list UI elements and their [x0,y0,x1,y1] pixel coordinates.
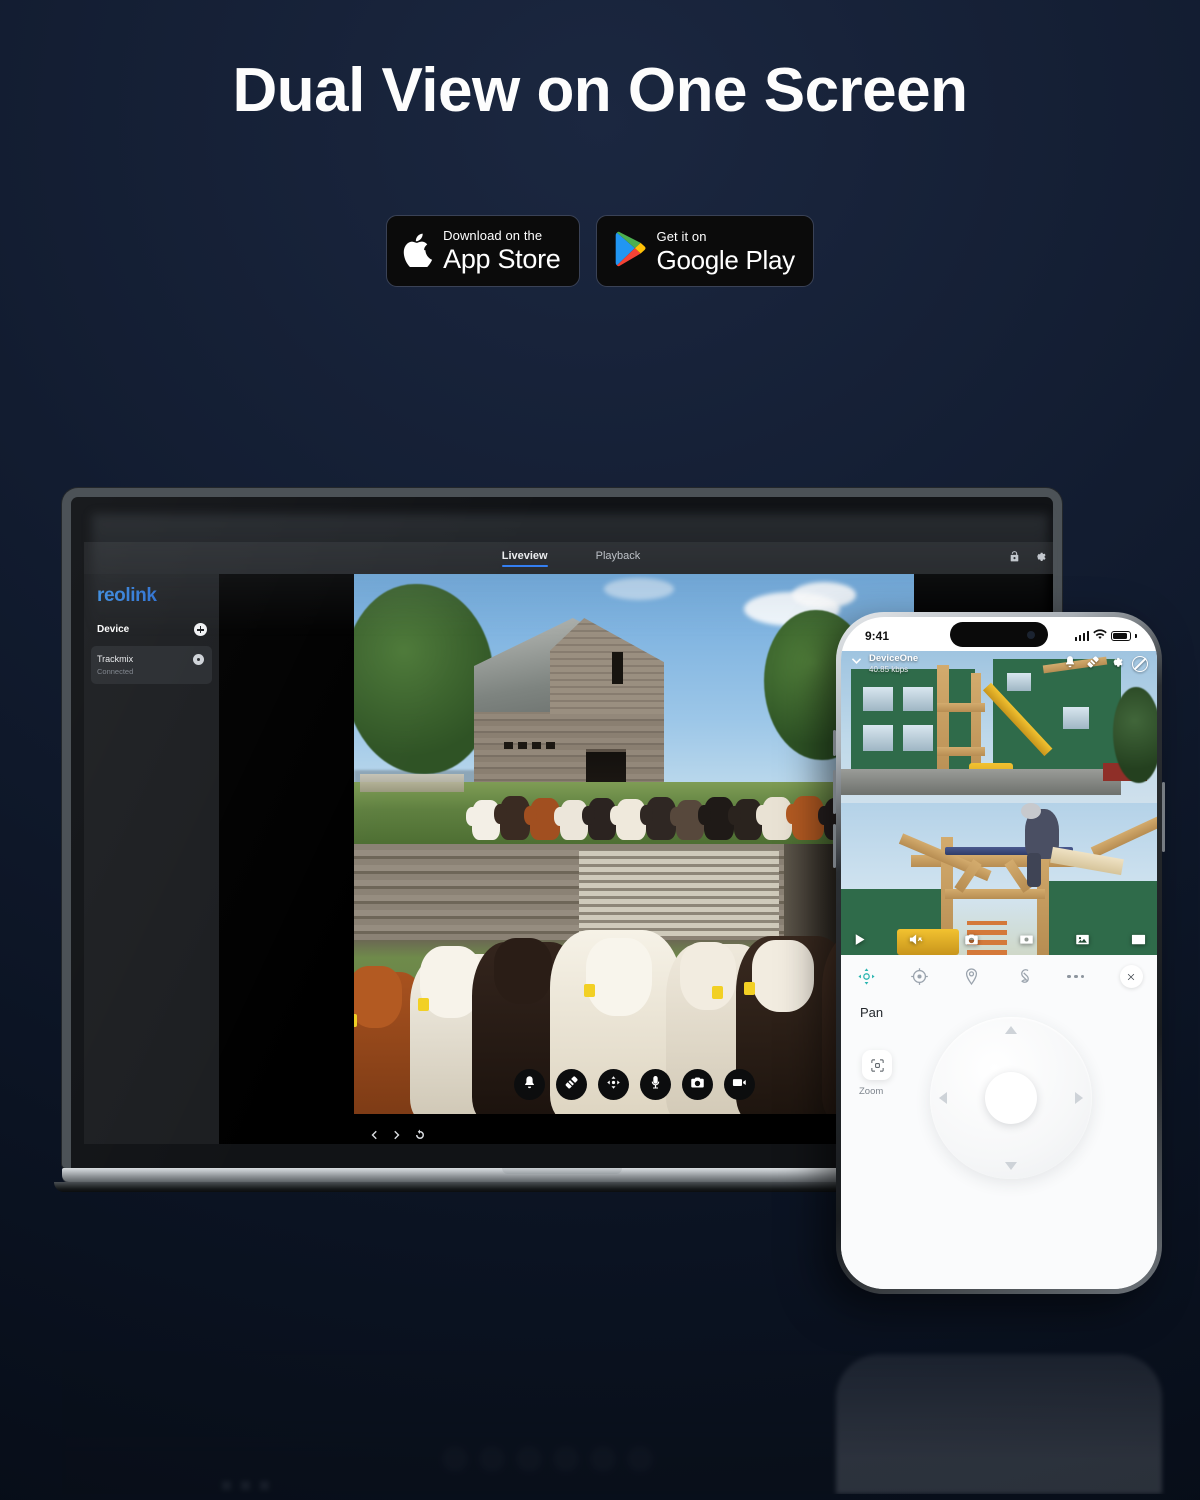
triangle-up-icon[interactable] [1005,1026,1017,1034]
ptz-tab-bar [841,955,1157,988]
ptz-move-icon [606,1075,621,1095]
device-status: Connected [97,667,134,677]
phone-device-name: DeviceOne [869,652,919,664]
tab-preset[interactable] [962,967,1015,986]
talk-button[interactable] [639,1069,671,1100]
tab-track[interactable] [1015,967,1068,986]
record-button[interactable] [723,1069,755,1100]
microphone-icon [648,1075,663,1095]
siren-button[interactable] [513,1069,545,1100]
image-icon [1076,934,1089,945]
picture-in-picture-icon [1131,934,1146,945]
snapshot-button[interactable] [964,932,979,952]
dpad-center-button[interactable] [985,1072,1037,1124]
record-button[interactable] [1019,932,1034,952]
gallery-button[interactable] [1075,932,1090,952]
google-play-badge-title: Google Play [656,244,796,275]
triangle-down-icon[interactable] [1005,1162,1017,1170]
siren-icon [522,1075,537,1095]
phone-stream-header: DeviceOne 40.85 kbps [841,651,1157,677]
snapshot-button[interactable] [681,1069,713,1100]
wifi-icon [1093,627,1108,645]
ptz-close-button[interactable] [1119,965,1143,988]
google-play-icon [613,231,647,272]
location-preset-icon [966,968,978,986]
device-name: Trackmix [97,654,134,664]
camera-icon [964,934,978,945]
tab-pan[interactable] [857,967,910,986]
play-icon [855,934,865,945]
gear-icon[interactable] [1109,655,1123,674]
ptz-move-icon [858,968,875,985]
more-dots-icon [1067,974,1120,979]
chevron-down-icon[interactable] [850,655,863,673]
google-play-badge-subtitle: Get it on [656,228,707,244]
app-store-badge-subtitle: Download on the [443,228,543,243]
tab-focus[interactable] [910,967,963,986]
ptz-button[interactable] [597,1069,629,1100]
phone-notch [950,622,1048,647]
camera-icon [690,1075,705,1095]
dual-view-container[interactable] [354,574,914,1114]
spotlight-button[interactable] [555,1069,587,1100]
chevron-left-icon[interactable] [368,1128,380,1144]
store-badge-group: Download on the App Store Get it on Goog… [0,215,1200,287]
liveview-nav-controls [368,1128,426,1144]
app-sidebar: reolink Device Trackmix Connected [84,574,219,1144]
google-play-badge[interactable]: Get it on Google Play [595,215,814,287]
nav-reflection [222,1481,269,1490]
battery-icon [1111,631,1132,641]
triangle-right-icon[interactable] [1075,1092,1083,1104]
tab-more[interactable] [1067,974,1120,979]
focus-target-icon [910,968,928,985]
video-camera-icon [732,1075,747,1095]
zoom-button[interactable] [862,1050,892,1080]
patrol-track-icon [1020,969,1029,983]
ptz-dpad[interactable] [930,1017,1092,1179]
front-camera-icon [1027,630,1035,639]
status-time: 9:41 [865,629,890,643]
chevron-right-icon[interactable] [391,1128,403,1144]
phone-bitrate: 40.85 kbps [869,664,909,674]
spotlight-icon [564,1075,579,1095]
phone-mockup: 9:41 DeviceOne 40.85 kbps Pan Zoom [833,612,1165,1294]
siren-icon[interactable] [1063,655,1077,674]
app-store-badge-title: App Store [443,244,561,274]
record-box-icon [1020,935,1034,944]
phone-reflection [836,1354,1162,1494]
refresh-icon[interactable] [414,1128,426,1144]
dock-reflection [442,1446,653,1472]
speaker-mute-icon [909,934,923,945]
phone-ptz-panel: Pan Zoom [841,955,1157,1289]
phone-screen: 9:41 DeviceOne 40.85 kbps Pan Zoom [841,617,1157,1289]
play-button[interactable] [852,932,867,952]
disabled-circle-icon[interactable] [1132,656,1148,672]
laptop-base-notch [502,1168,622,1174]
laptop-screen-reflection [62,1354,1062,1494]
spotlight-icon[interactable] [1086,655,1100,674]
zoom-button-label: Zoom [859,1086,884,1097]
page-title: Dual View on One Screen [232,56,968,125]
zoom-frame-icon [870,1058,884,1072]
gear-icon[interactable] [193,654,204,665]
app-store-badge[interactable]: Download on the App Store [386,215,580,287]
sidebar-item-trackmix[interactable]: Trackmix Connected [91,646,212,685]
phone-dual-view[interactable]: DeviceOne 40.85 kbps [841,651,1157,955]
close-icon [1128,973,1135,980]
mute-button[interactable] [908,932,923,952]
apple-logo-icon [403,231,433,272]
cellular-bars-icon [1074,631,1090,641]
phone-stream-toolbar [841,929,1157,955]
liveview-dock [354,1069,914,1100]
pip-button[interactable] [1131,932,1146,952]
triangle-left-icon[interactable] [939,1092,947,1104]
